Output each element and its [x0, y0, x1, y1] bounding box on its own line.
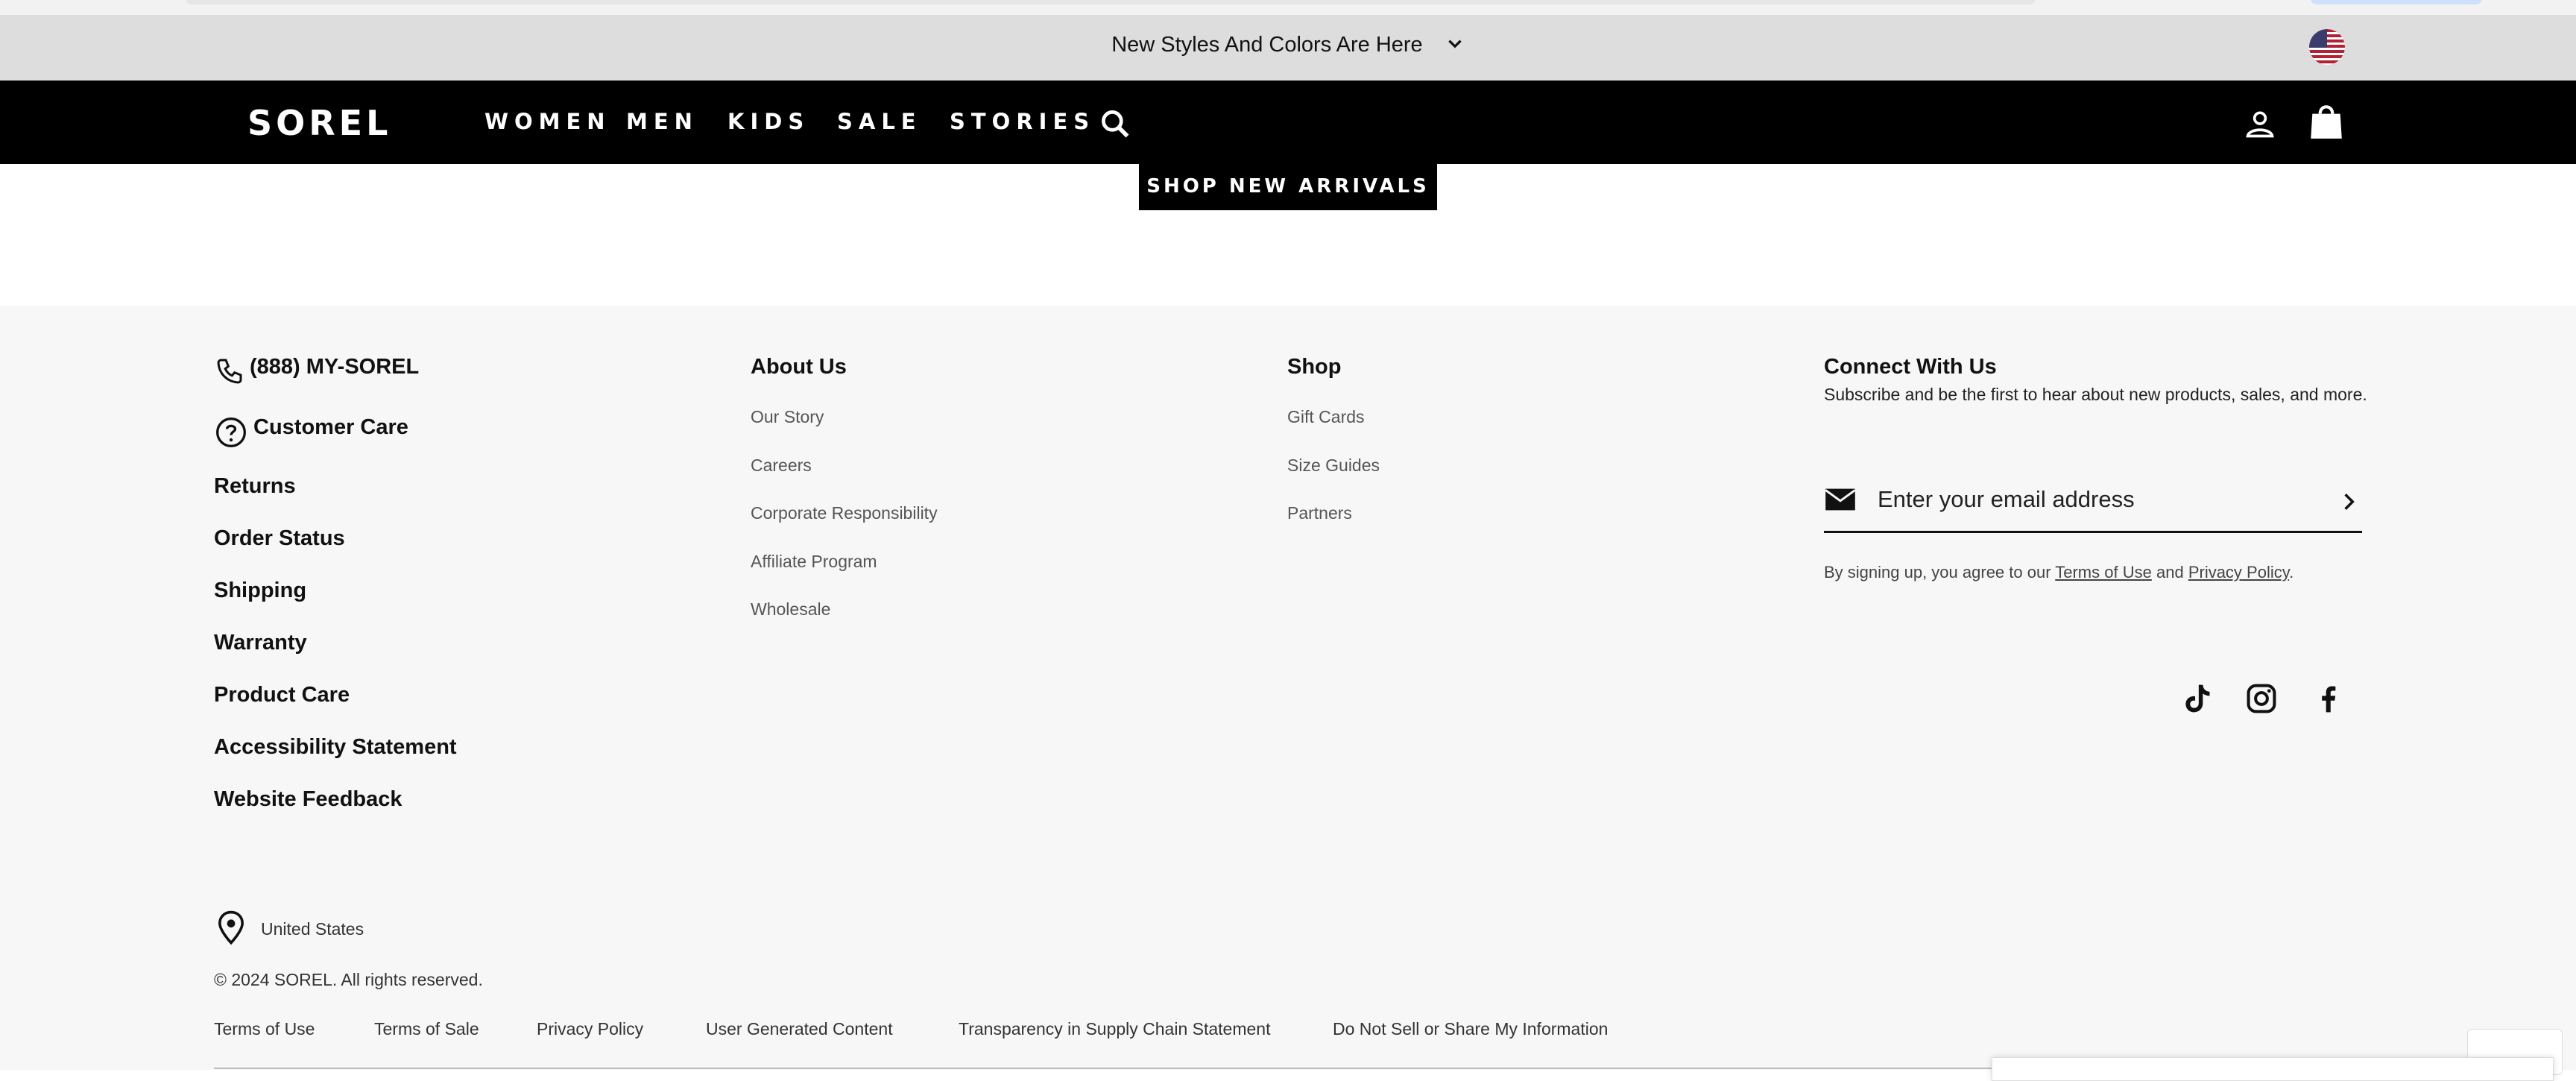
search-icon[interactable]: [1099, 107, 1131, 140]
facebook-icon[interactable]: [2312, 682, 2345, 715]
top-button[interactable]: [2311, 0, 2482, 4]
tiktok-icon[interactable]: [2181, 682, 2214, 715]
warranty-link[interactable]: Warranty: [214, 631, 307, 655]
main-nav: SOREL WOMEN MEN KIDS SALE STORIES: [0, 81, 2576, 164]
connect-heading: Connect With Us: [1824, 355, 1997, 379]
email-signup-field[interactable]: Enter your email address: [1824, 470, 2362, 533]
instagram-icon[interactable]: [2245, 682, 2278, 715]
nav-item-stories[interactable]: STORIES: [950, 109, 1095, 134]
affiliate-program-link[interactable]: Affiliate Program: [751, 552, 877, 572]
partners-link[interactable]: Partners: [1287, 503, 1352, 523]
signup-legal-text: By signing up, you agree to our Terms of…: [1824, 563, 2294, 582]
help-circle-icon: [216, 417, 246, 447]
announcement-link[interactable]: New Styles And Colors Are Here: [0, 33, 2576, 57]
nav-item-sale[interactable]: SALE: [837, 109, 922, 134]
shop-new-arrivals-button[interactable]: SHOP NEW ARRIVALS: [1139, 164, 1437, 210]
gift-cards-link[interactable]: Gift Cards: [1287, 407, 1365, 427]
shop-heading: Shop: [1287, 355, 1342, 379]
terms-of-use-link[interactable]: Terms of Use: [2055, 563, 2152, 582]
sorel-logo[interactable]: SOREL: [247, 103, 391, 143]
top-pill: [186, 0, 2035, 4]
country-selector[interactable]: United States: [261, 919, 364, 939]
careers-link[interactable]: Careers: [751, 456, 812, 476]
product-care-link[interactable]: Product Care: [214, 683, 350, 707]
legal-period: .: [2289, 563, 2294, 582]
phone-link[interactable]: (888) MY-SOREL: [250, 355, 419, 379]
customer-care-link[interactable]: Customer Care: [253, 415, 408, 440]
chevron-down-icon[interactable]: [1445, 34, 1465, 54]
legal-and: and: [2156, 563, 2184, 582]
announcement-text: New Styles And Colors Are Here: [1111, 33, 1423, 57]
browser-top-strip: [0, 0, 2576, 16]
returns-link[interactable]: Returns: [214, 474, 296, 499]
submit-arrow-icon[interactable]: [2340, 491, 2359, 513]
phone-icon: [217, 359, 242, 384]
bag-icon[interactable]: [2308, 101, 2345, 142]
location-pin-icon: [218, 910, 244, 945]
footer-terms-of-sale-link[interactable]: Terms of Sale: [374, 1019, 479, 1039]
copyright-text: © 2024 SOREL. All rights reserved.: [214, 970, 483, 989]
nav-item-kids[interactable]: KIDS: [727, 109, 809, 134]
email-input[interactable]: Enter your email address: [1878, 486, 2135, 513]
account-icon[interactable]: [2244, 107, 2276, 140]
privacy-policy-link[interactable]: Privacy Policy: [2188, 563, 2289, 582]
nav-item-women[interactable]: WOMEN: [484, 109, 611, 134]
legal-prefix: By signing up, you agree to our: [1824, 563, 2051, 582]
wholesale-link[interactable]: Wholesale: [751, 599, 830, 620]
corporate-responsibility-link[interactable]: Corporate Responsibility: [751, 503, 938, 523]
us-flag-icon[interactable]: [2309, 29, 2345, 65]
footer-supply-chain-link[interactable]: Transparency in Supply Chain Statement: [959, 1019, 1270, 1039]
shipping-link[interactable]: Shipping: [214, 579, 306, 603]
announcement-bar: New Styles And Colors Are Here: [0, 15, 2576, 81]
footer-terms-of-use-link[interactable]: Terms of Use: [214, 1019, 315, 1039]
our-story-link[interactable]: Our Story: [751, 407, 824, 427]
size-guides-link[interactable]: Size Guides: [1287, 456, 1380, 476]
connect-description: Subscribe and be the first to hear about…: [1824, 385, 2367, 404]
nav-item-men[interactable]: MEN: [626, 109, 698, 134]
footer-privacy-policy-link[interactable]: Privacy Policy: [537, 1019, 643, 1039]
accessibility-statement-link[interactable]: Accessibility Statement: [214, 735, 457, 760]
corner-popup-widget[interactable]: [1992, 1057, 2554, 1081]
website-feedback-link[interactable]: Website Feedback: [214, 787, 402, 812]
footer: (888) MY-SOREL Customer Care Returns Ord…: [0, 306, 2576, 1070]
order-status-link[interactable]: Order Status: [214, 526, 345, 551]
about-us-heading: About Us: [751, 355, 847, 379]
footer-user-generated-content-link[interactable]: User Generated Content: [706, 1019, 893, 1039]
mail-icon: [1825, 488, 1856, 511]
footer-do-not-sell-link[interactable]: Do Not Sell or Share My Information: [1333, 1019, 1608, 1039]
